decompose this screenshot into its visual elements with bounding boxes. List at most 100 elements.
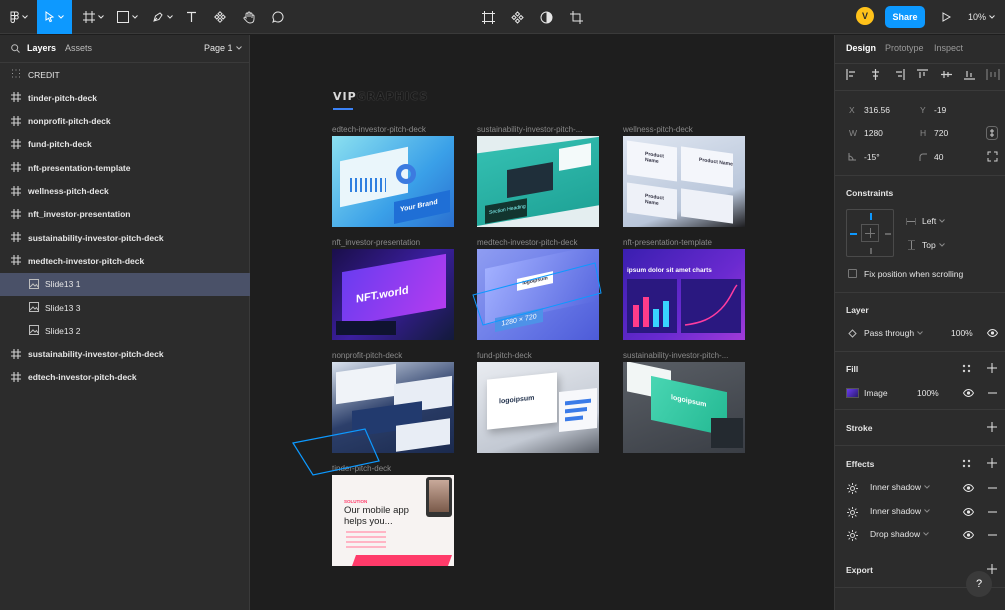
search-icon[interactable] bbox=[11, 44, 20, 53]
frame-wellness-pitch-deck[interactable]: Product Name Product Name Product Name bbox=[623, 136, 745, 227]
frame-title[interactable]: fund-pitch-deck bbox=[477, 351, 532, 360]
frame-title[interactable]: edtech-investor-pitch-deck bbox=[332, 125, 426, 134]
frame-title[interactable]: nft_investor-presentation bbox=[332, 238, 420, 247]
frame-title[interactable]: tinder-pitch-deck bbox=[332, 464, 391, 473]
layer-item[interactable]: Slide13 1 bbox=[0, 272, 250, 296]
design-canvas[interactable]: VIPGRAPHICS edtech-investor-pitch-deck Y… bbox=[251, 35, 834, 610]
tab-layers[interactable]: Layers bbox=[27, 43, 56, 53]
comment-tool-button[interactable] bbox=[269, 0, 287, 34]
add-fill-icon[interactable] bbox=[987, 363, 997, 373]
align-vertical-center-icon[interactable] bbox=[941, 69, 952, 80]
eye-icon[interactable] bbox=[963, 507, 974, 516]
text-tool-button[interactable] bbox=[182, 0, 200, 34]
tab-assets[interactable]: Assets bbox=[65, 43, 92, 53]
frame-edtech-investor-pitch-deck[interactable]: Your Brand bbox=[332, 136, 454, 227]
layer-item[interactable]: fund-pitch-deck bbox=[0, 133, 250, 156]
fill-opacity-field[interactable]: 100% bbox=[917, 388, 939, 398]
remove-effect-icon[interactable] bbox=[988, 487, 997, 489]
frame-title[interactable]: medtech-investor-pitch-deck bbox=[477, 238, 577, 247]
vip-graphics-logo[interactable]: VIPGRAPHICS bbox=[333, 90, 428, 110]
frame-sustainability-investor-pitch-deck[interactable]: Section Heading bbox=[477, 136, 599, 227]
fix-position-checkbox[interactable] bbox=[848, 269, 857, 278]
frame-title[interactable]: sustainability-investor-pitch-... bbox=[623, 351, 728, 360]
constrain-proportions-icon[interactable] bbox=[986, 126, 998, 140]
rotation-field[interactable]: -15° bbox=[864, 152, 880, 162]
layer-opacity-field[interactable]: 100% bbox=[951, 328, 973, 338]
horizontal-constraint-select[interactable]: Left bbox=[922, 216, 946, 226]
pen-tool-button[interactable] bbox=[148, 0, 176, 34]
frame-title[interactable]: nonprofit-pitch-deck bbox=[332, 351, 402, 360]
mask-button[interactable] bbox=[537, 0, 555, 34]
remove-effect-icon[interactable] bbox=[988, 511, 997, 513]
constraint-bottom-indicator[interactable] bbox=[870, 248, 872, 254]
remove-effect-icon[interactable] bbox=[988, 534, 997, 536]
align-right-icon[interactable] bbox=[894, 69, 905, 80]
add-stroke-icon[interactable] bbox=[987, 422, 997, 432]
effect-type-select[interactable]: Inner shadow bbox=[870, 506, 930, 516]
frame-title[interactable]: sustainability-investor-pitch-... bbox=[477, 125, 582, 134]
vertical-constraint-select[interactable]: Top bbox=[922, 240, 945, 250]
tab-inspect[interactable]: Inspect bbox=[934, 43, 963, 53]
frame-medtech-investor-pitch-deck[interactable]: logoipsum 1280 × 720 bbox=[477, 249, 599, 340]
frame-fund-pitch-deck[interactable]: logoipsum bbox=[477, 362, 599, 453]
layer-item[interactable]: nft_investor-presentation bbox=[0, 203, 250, 226]
constraint-left-indicator[interactable] bbox=[850, 233, 857, 235]
corner-radius-field[interactable]: 40 bbox=[934, 152, 943, 162]
frame-tool-button[interactable] bbox=[79, 0, 107, 34]
layer-item[interactable]: sustainability-investor-pitch-deck bbox=[0, 343, 250, 366]
effect-type-select[interactable]: Inner shadow bbox=[870, 482, 930, 492]
fill-image-swatch[interactable] bbox=[846, 388, 859, 398]
move-tool-button[interactable] bbox=[37, 0, 72, 34]
frame-nft-investor-presentation[interactable]: NFT.world bbox=[332, 249, 454, 340]
eye-icon[interactable] bbox=[963, 484, 974, 492]
frame-title[interactable]: nft-presentation-template bbox=[623, 238, 712, 247]
effect-type-select[interactable]: Drop shadow bbox=[870, 529, 929, 539]
style-grid-icon[interactable] bbox=[962, 364, 971, 373]
x-field[interactable]: 316.56 bbox=[864, 105, 890, 115]
align-left-icon[interactable] bbox=[846, 69, 857, 80]
effect-settings-icon[interactable] bbox=[847, 483, 858, 494]
independent-corners-icon[interactable] bbox=[987, 151, 998, 162]
effect-settings-icon[interactable] bbox=[847, 530, 858, 541]
distribute-icon[interactable] bbox=[986, 69, 1000, 80]
create-component-button[interactable] bbox=[508, 0, 526, 34]
remove-fill-icon[interactable] bbox=[988, 392, 997, 394]
align-horizontal-center-icon[interactable] bbox=[870, 69, 881, 80]
layer-item[interactable]: edtech-investor-pitch-deck bbox=[0, 366, 250, 389]
tab-prototype[interactable]: Prototype bbox=[885, 43, 924, 53]
add-effect-icon[interactable] bbox=[987, 458, 997, 468]
frame-title[interactable]: wellness-pitch-deck bbox=[623, 125, 693, 134]
help-button[interactable]: ? bbox=[966, 571, 992, 597]
constraint-widget[interactable] bbox=[846, 209, 894, 257]
width-field[interactable]: 1280 bbox=[864, 128, 883, 138]
layer-item[interactable]: Slide13 3 bbox=[0, 296, 250, 319]
layer-item[interactable]: tinder-pitch-deck bbox=[0, 86, 250, 109]
main-menu-button[interactable] bbox=[4, 0, 34, 34]
align-top-icon[interactable] bbox=[917, 69, 928, 80]
crop-button[interactable] bbox=[567, 0, 585, 34]
constraint-top-indicator[interactable] bbox=[870, 213, 872, 220]
layer-item[interactable]: sustainability-investor-pitch-deck bbox=[0, 226, 250, 249]
crop-frame-button[interactable] bbox=[479, 0, 497, 34]
constraint-right-indicator[interactable] bbox=[885, 233, 891, 235]
share-button[interactable]: Share bbox=[885, 6, 925, 28]
blend-mode-select[interactable]: Pass through bbox=[864, 328, 923, 338]
style-grid-icon[interactable] bbox=[962, 459, 971, 468]
page-selector[interactable]: Page 1 bbox=[204, 43, 242, 53]
fill-type-label[interactable]: Image bbox=[864, 388, 888, 398]
frame-tinder-pitch-deck[interactable]: SOLUTION Our mobile app helps you... bbox=[332, 475, 454, 566]
layer-item[interactable]: medtech-investor-pitch-deck bbox=[0, 249, 250, 272]
frame-nft-presentation-template[interactable]: ipsum dolor sit amet charts bbox=[623, 249, 745, 340]
layer-item[interactable]: nonprofit-pitch-deck bbox=[0, 110, 250, 133]
layer-item[interactable]: wellness-pitch-deck bbox=[0, 180, 250, 203]
add-export-icon[interactable] bbox=[987, 564, 997, 574]
shape-tool-button[interactable] bbox=[113, 0, 141, 34]
layer-item[interactable]: CREDIT bbox=[0, 63, 250, 86]
eye-icon[interactable] bbox=[963, 389, 974, 397]
effect-settings-icon[interactable] bbox=[847, 506, 858, 518]
y-field[interactable]: -19 bbox=[934, 105, 946, 115]
hand-tool-button[interactable] bbox=[240, 0, 258, 34]
user-avatar[interactable]: V bbox=[856, 7, 874, 25]
frame-sustainability-investor-pitch-deck-2[interactable]: logoipsum bbox=[623, 362, 745, 453]
zoom-menu[interactable]: 10% bbox=[968, 0, 995, 34]
